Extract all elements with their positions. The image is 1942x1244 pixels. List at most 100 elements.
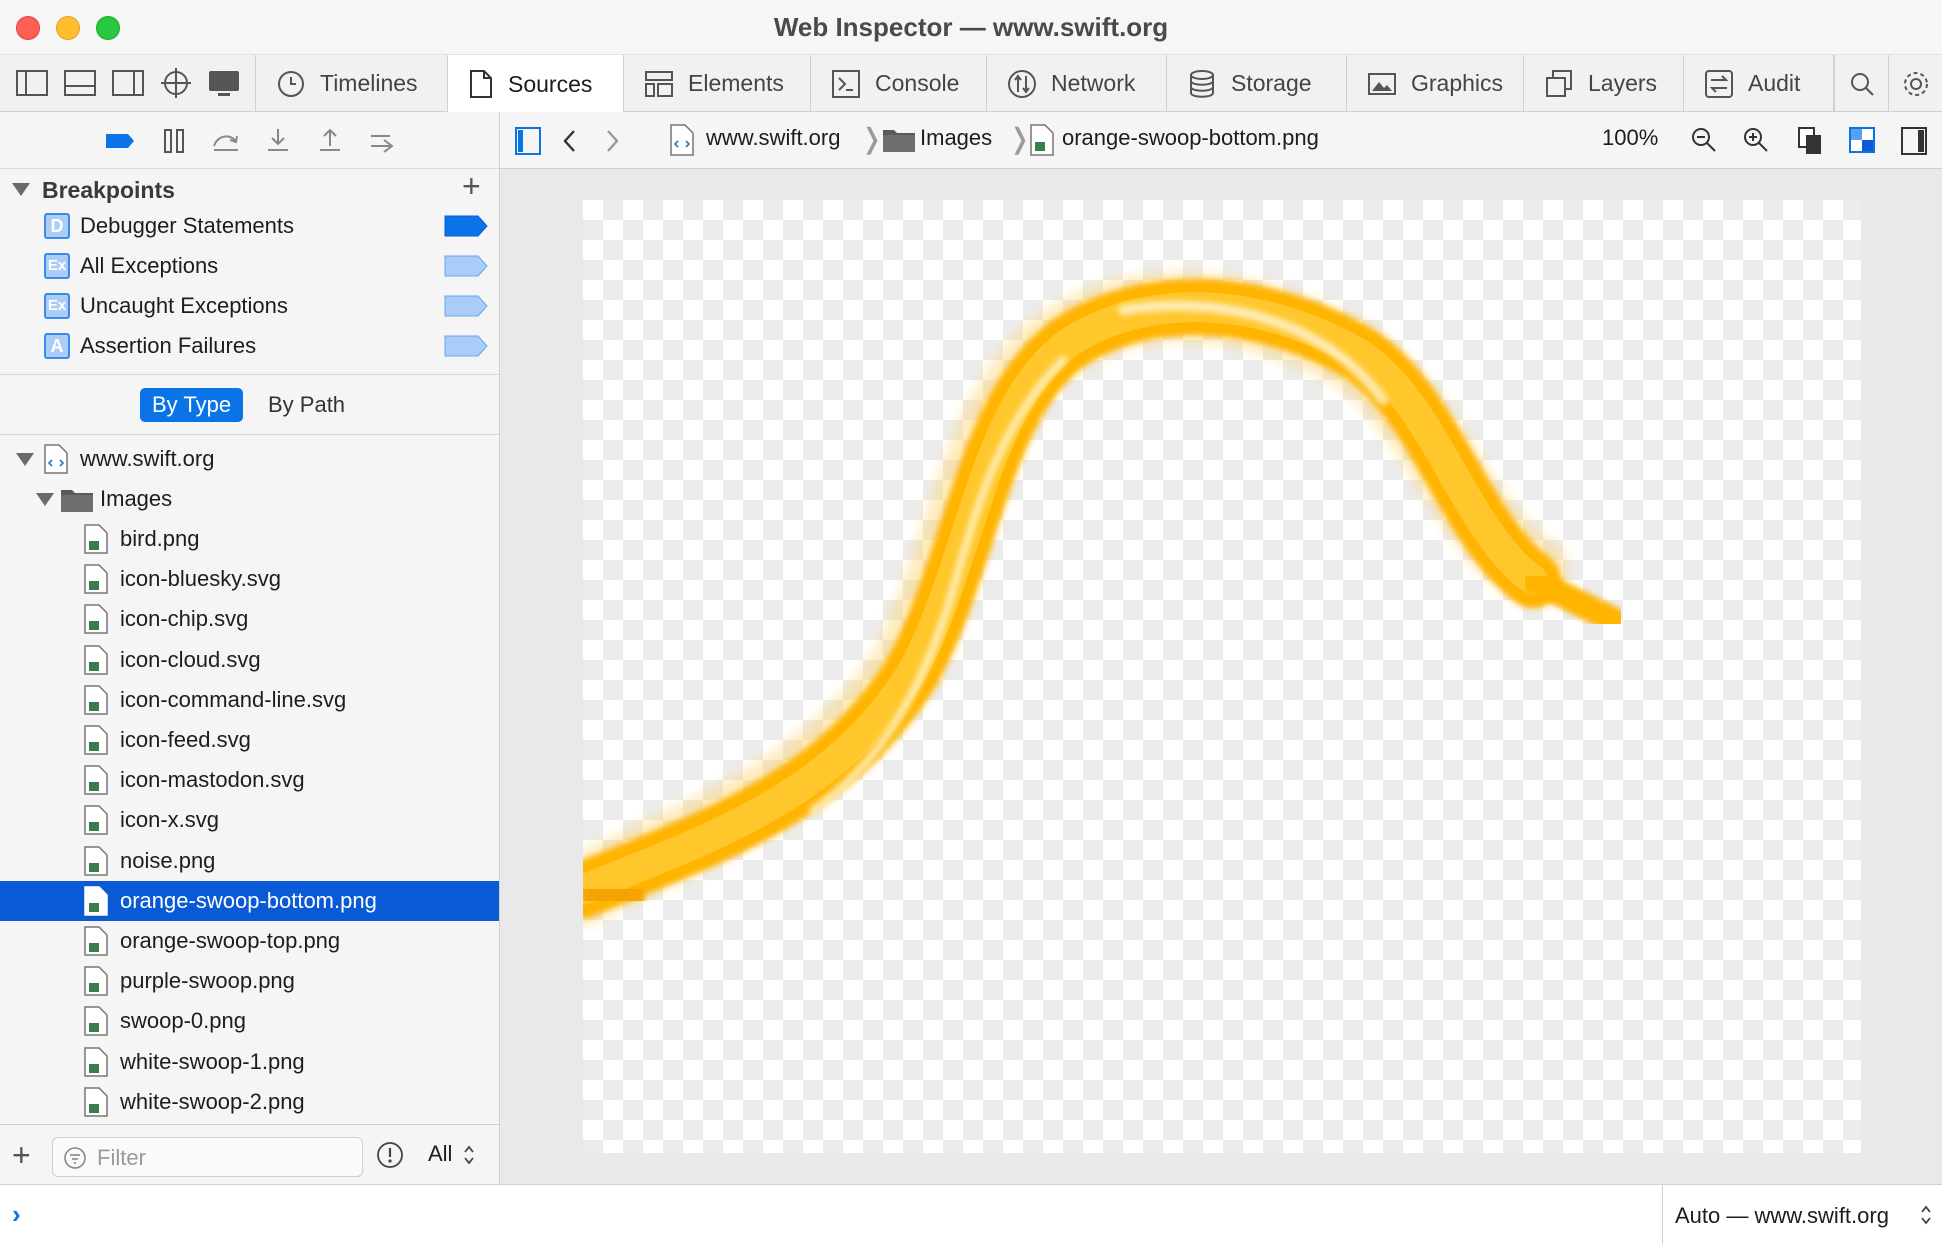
tab-audit[interactable]: Audit [1684,55,1834,112]
breadcrumb-folder[interactable]: Images [920,125,992,151]
tree-item-file[interactable]: icon-bluesky.svg [0,559,499,599]
toggle-sidebar-icon[interactable] [514,126,542,156]
execution-context-label: Auto — www.swift.org [1675,1203,1889,1228]
toggle-navigation-sidebar-icon[interactable] [14,67,50,99]
tree-item-folder[interactable]: Images [0,479,499,519]
tree-item-file[interactable]: white-swoop-2.png [0,1082,499,1122]
content-navigation-bar: www.swift.org ❭ Images ❭ orange-swoop-bo… [500,112,1942,169]
breakpoint-label: Assertion Failures [80,333,257,358]
breakpoint-assertion-failures[interactable]: A Assertion Failures [0,327,499,367]
add-breakpoint-button[interactable]: + [462,170,481,202]
group-by-path-button[interactable]: By Path [256,388,357,422]
tab-elements[interactable]: Elements [624,55,811,112]
tree-item-label: Images [100,486,173,511]
image-file-icon [84,524,108,554]
domain-disclosure-icon[interactable] [16,453,34,466]
breakpoint-disabled-icon[interactable] [444,255,488,277]
tab-timelines[interactable]: Timelines [256,55,448,112]
tree-item-file[interactable]: orange-swoop-bottom.png [0,881,499,921]
step-out-icon[interactable] [314,126,346,156]
document-icon [470,70,492,98]
execution-context-select[interactable]: Auto — www.swift.org [1662,1185,1942,1244]
tab-layers[interactable]: Layers [1524,55,1684,112]
tab-sources[interactable]: Sources [448,55,624,113]
breadcrumb-file[interactable]: orange-swoop-bottom.png [1062,125,1319,151]
breakpoint-enabled-icon[interactable] [444,215,488,237]
tab-console[interactable]: Console [811,55,987,112]
breakpoint-all-exceptions[interactable]: Ex All Exceptions [0,247,499,287]
tree-item-file[interactable]: purple-swoop.png [0,961,499,1001]
tree-item-domain[interactable]: www.swift.org [0,439,499,479]
scope-select[interactable]: All [428,1141,452,1167]
search-button[interactable] [1834,55,1888,112]
zoom-out-icon[interactable] [1690,126,1718,154]
tree-item-file[interactable]: icon-chip.svg [0,599,499,639]
tree-item-label: icon-feed.svg [120,727,251,752]
group-by-type-button[interactable]: By Type [140,388,244,422]
step-into-icon[interactable] [262,126,294,156]
tree-item-label: purple-swoop.png [120,968,295,993]
image-file-icon [84,846,108,876]
dock-right-icon[interactable] [110,67,146,99]
pause-icon[interactable] [158,126,190,156]
checkerboard-icon[interactable] [1848,126,1876,154]
tab-graphics[interactable]: Graphics [1347,55,1524,112]
audit-icon [1705,69,1733,98]
show-transparency-icon[interactable] [1796,126,1824,156]
tab-storage[interactable]: Storage [1167,55,1347,112]
image-file-icon [84,1047,108,1077]
breakpoint-label: Uncaught Exceptions [80,293,288,318]
tree-item-file[interactable]: white-swoop-1.png [0,1042,499,1082]
element-picker-icon[interactable] [158,67,194,99]
folder-icon [61,490,93,512]
tab-network[interactable]: Network [987,55,1167,112]
tree-item-file[interactable]: noise.png [0,841,499,881]
device-settings-icon[interactable] [206,67,242,99]
breadcrumb-domain[interactable]: www.swift.org [706,125,840,151]
settings-button[interactable] [1888,55,1942,112]
image-file-icon [84,685,108,715]
breakpoint-disabled-icon[interactable] [444,335,488,357]
document-script-icon [670,124,694,156]
tree-item-label: icon-chip.svg [120,606,249,631]
tree-item-file[interactable]: bird.png [0,519,499,559]
filter-input[interactable]: Filter [97,1145,146,1171]
toggle-details-sidebar-icon[interactable] [1900,126,1928,156]
step-icon[interactable] [366,126,398,156]
filter-field[interactable]: Filter [52,1137,363,1177]
chevron-updown-icon[interactable] [462,1143,476,1167]
breakpoints-header[interactable]: Breakpoints + [0,169,499,207]
breakpoint-disabled-icon[interactable] [444,295,488,317]
breakpoints-toggle-icon[interactable] [104,126,136,156]
dock-bottom-icon[interactable] [62,67,98,99]
step-over-icon[interactable] [210,126,242,156]
console-prompt[interactable]: › [12,1199,21,1230]
image-file-icon [1030,124,1054,156]
tree-item-file[interactable]: icon-feed.svg [0,720,499,760]
filter-icon [64,1147,86,1169]
breakpoint-debugger-statements[interactable]: D Debugger Statements [0,207,499,247]
tree-item-file[interactable]: icon-command-line.svg [0,680,499,720]
folder-disclosure-icon[interactable] [36,493,54,506]
tree-item-file[interactable]: swoop-0.png [0,1001,499,1041]
breakpoint-uncaught-exceptions[interactable]: Ex Uncaught Exceptions [0,287,499,327]
tree-item-file[interactable]: icon-mastodon.svg [0,760,499,800]
swoop-image [548,272,1626,925]
errors-only-icon[interactable] [376,1141,404,1169]
tree-item-file[interactable]: icon-cloud.svg [0,640,499,680]
zoom-in-icon[interactable] [1742,126,1770,154]
image-file-icon [84,966,108,996]
chevron-updown-icon[interactable] [1919,1203,1933,1227]
image-file-icon [84,1006,108,1036]
tab-sources-label: Sources [508,70,593,97]
tree-item-label: white-swoop-1.png [120,1049,305,1074]
breakpoints-disclosure-icon[interactable] [12,183,30,196]
forward-icon[interactable] [602,128,622,154]
search-icon [1850,72,1874,96]
tree-item-file[interactable]: orange-swoop-top.png [0,921,499,961]
back-icon[interactable] [560,128,580,154]
tree-item-label: icon-x.svg [120,807,220,832]
tree-item-file[interactable]: icon-x.svg [0,800,499,840]
tab-console-label: Console [875,70,960,96]
add-resource-button[interactable]: + [12,1139,31,1171]
